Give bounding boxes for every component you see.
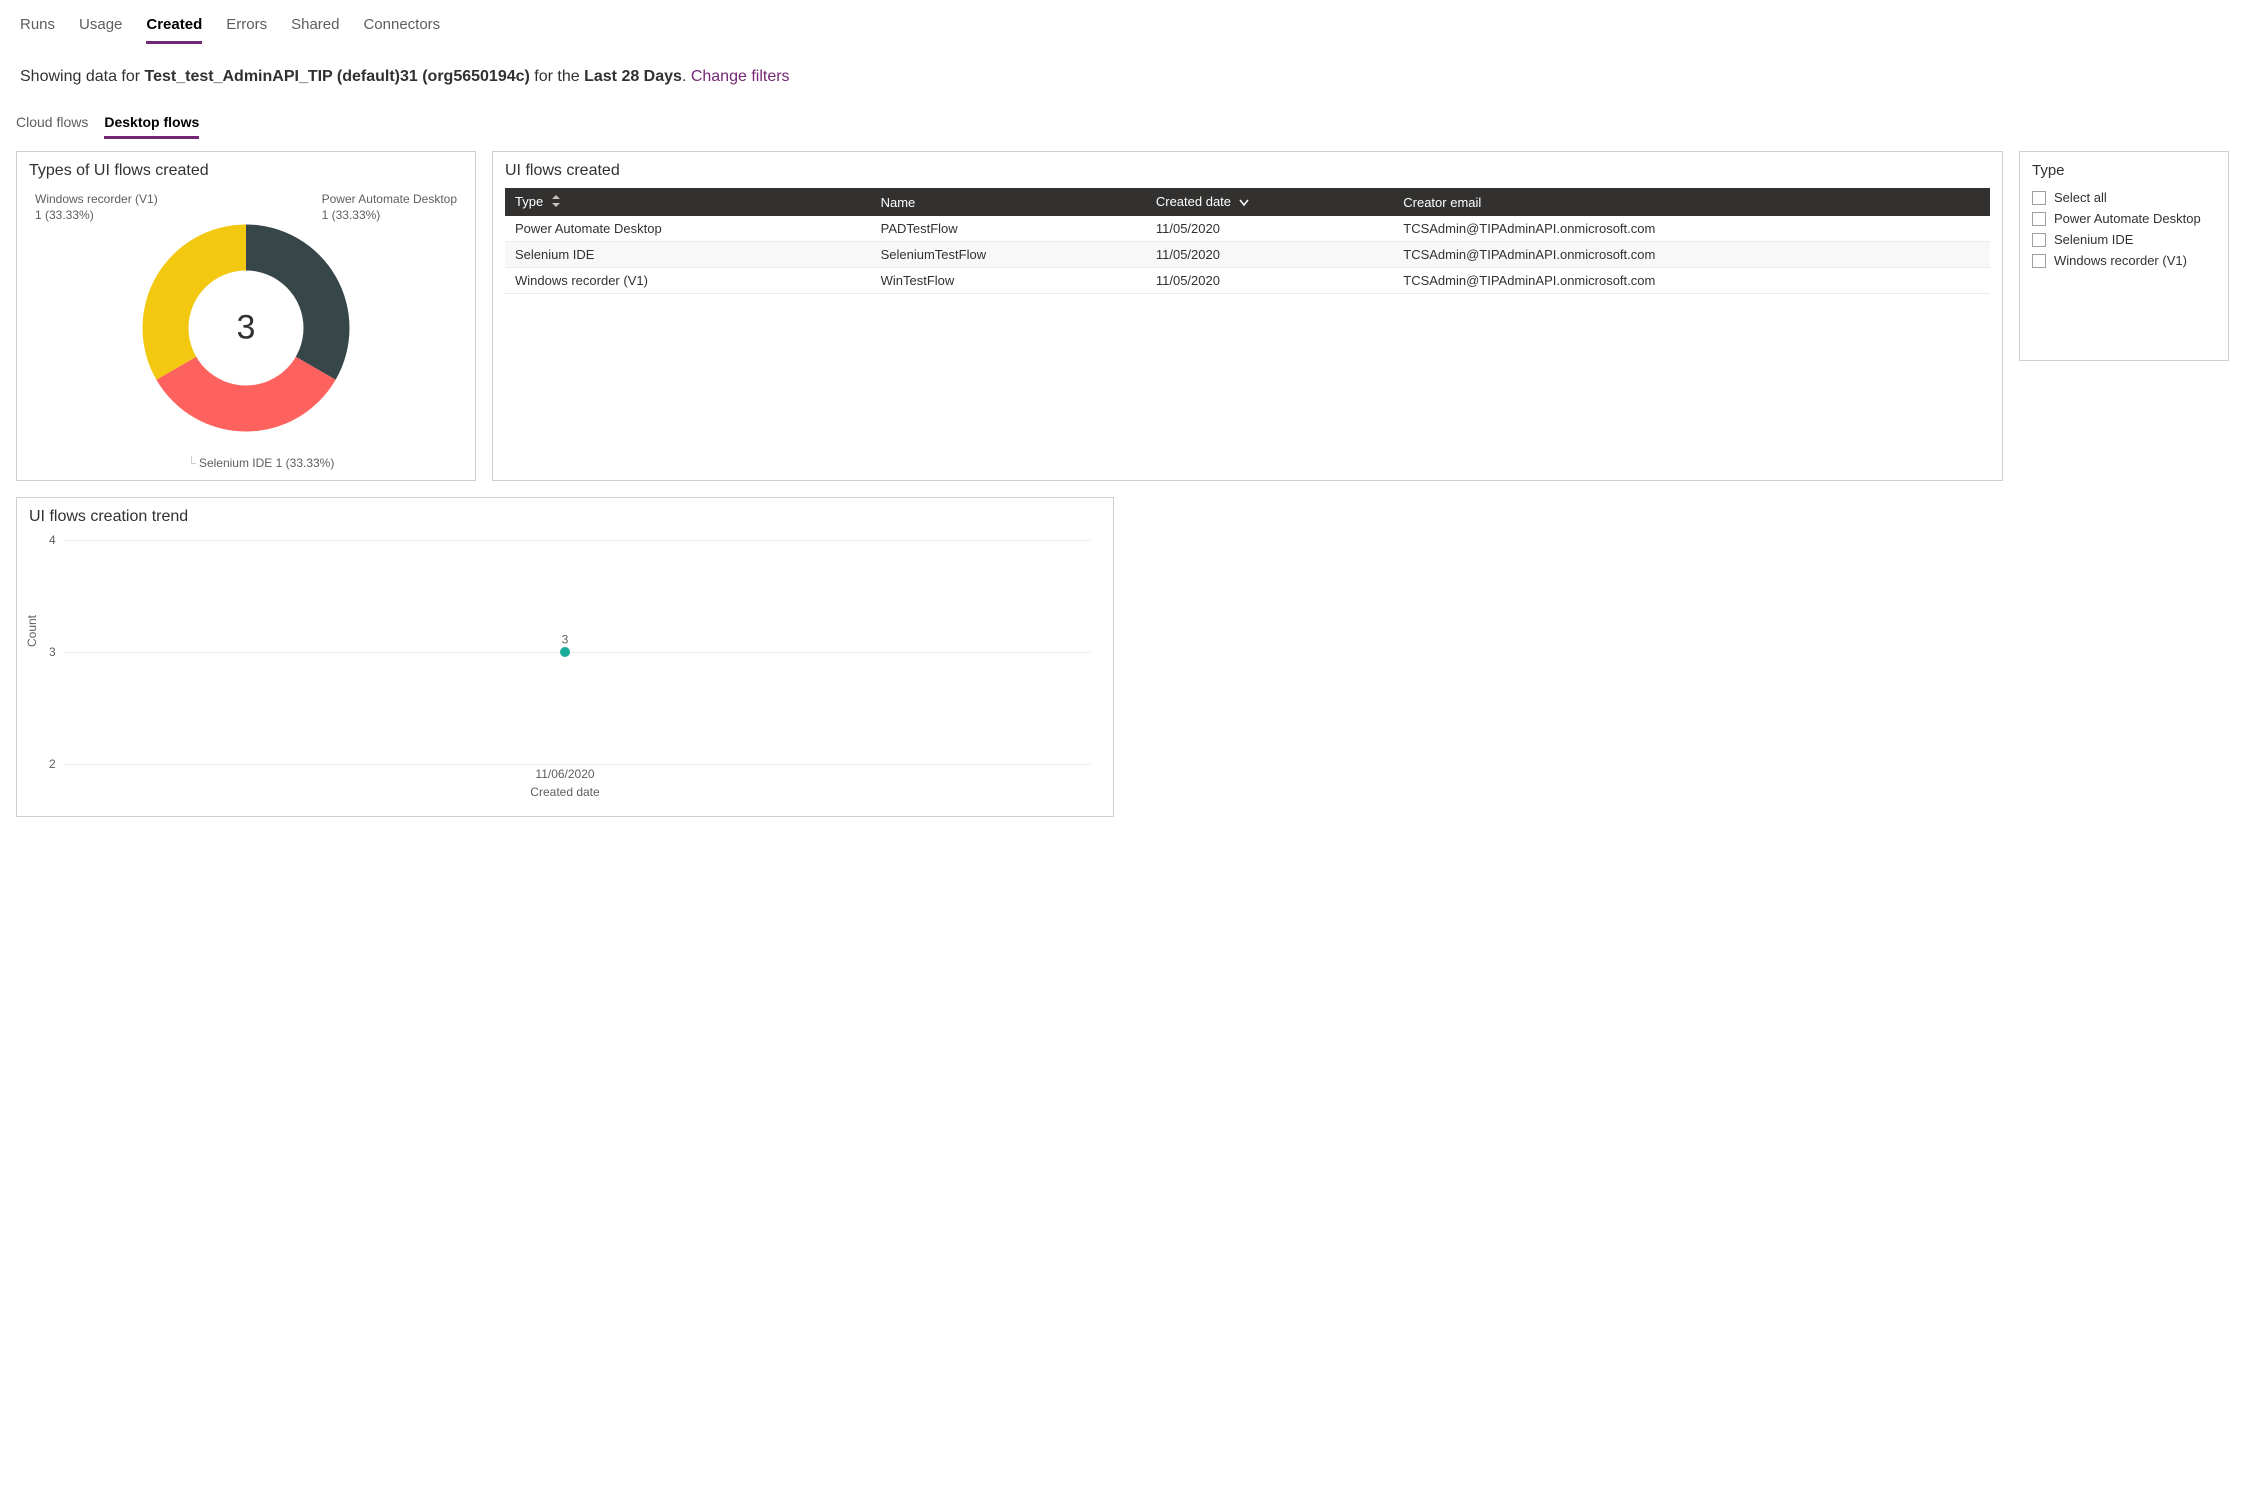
tab-usage[interactable]: Usage	[79, 12, 122, 44]
y-tick-2: 2	[49, 757, 56, 771]
tab-connectors[interactable]: Connectors	[363, 12, 440, 44]
donut-label-pad-line1: Power Automate Desktop	[322, 192, 457, 208]
cell-creator: TCSAdmin@TIPAdminAPI.onmicrosoft.com	[1393, 216, 1990, 242]
col-name-label: Name	[881, 195, 916, 210]
donut-label-wr-line2: 1 (33.33%)	[35, 208, 158, 224]
trend-chart[interactable]: Count 4 3 2 3 11/06/2020 Created date	[29, 534, 1101, 799]
cell-type: Power Automate Desktop	[505, 216, 871, 242]
cell-type: Windows recorder (V1)	[505, 268, 871, 294]
donut-title: Types of UI flows created	[29, 162, 463, 180]
tab-created[interactable]: Created	[146, 12, 202, 44]
data-point-label: 3	[562, 632, 569, 646]
sort-updown-icon	[551, 195, 561, 210]
cell-creator: TCSAdmin@TIPAdminAPI.onmicrosoft.com	[1393, 268, 1990, 294]
checkbox-icon	[2032, 233, 2046, 247]
types-of-ui-flows-card: Types of UI flows created 3 Windows reco…	[16, 151, 476, 481]
tab-shared[interactable]: Shared	[291, 12, 339, 44]
table-row[interactable]: Windows recorder (V1) WinTestFlow 11/05/…	[505, 268, 1990, 294]
filter-windows-recorder[interactable]: Windows recorder (V1)	[2032, 250, 2216, 271]
cell-name: WinTestFlow	[871, 268, 1146, 294]
filter-option-label: Power Automate Desktop	[2054, 211, 2201, 226]
donut-chart[interactable]: 3 Windows recorder (V1) 1 (33.33%) Power…	[29, 188, 463, 468]
top-tabs: Runs Usage Created Errors Shared Connect…	[0, 0, 2245, 44]
filter-option-label: Windows recorder (V1)	[2054, 253, 2187, 268]
cell-created: 11/05/2020	[1146, 242, 1393, 268]
col-created-label: Created date	[1156, 194, 1231, 209]
type-filter-card: Type Select all Power Automate Desktop S…	[2019, 151, 2229, 361]
cell-creator: TCSAdmin@TIPAdminAPI.onmicrosoft.com	[1393, 242, 1990, 268]
filter-select-all[interactable]: Select all	[2032, 187, 2216, 208]
filter-env-name: Test_test_AdminAPI_TIP (default)31 (org5…	[145, 68, 530, 85]
gridline	[64, 764, 1091, 765]
donut-label-pad-line2: 1 (33.33%)	[322, 208, 457, 224]
x-tick: 11/06/2020	[535, 767, 594, 781]
col-creator-email[interactable]: Creator email	[1393, 188, 1990, 216]
table-title: UI flows created	[505, 162, 1990, 180]
sub-tabs: Cloud flows Desktop flows	[0, 98, 2245, 139]
cell-name: SeleniumTestFlow	[871, 242, 1146, 268]
filter-suffix: .	[682, 68, 691, 85]
col-name[interactable]: Name	[871, 188, 1146, 216]
data-point[interactable]	[560, 647, 570, 657]
y-tick-3: 3	[49, 645, 56, 659]
y-axis-label: Count	[25, 614, 39, 646]
table-row[interactable]: Selenium IDE SeleniumTestFlow 11/05/2020…	[505, 242, 1990, 268]
tab-runs[interactable]: Runs	[20, 12, 55, 44]
filter-option-label: Selenium IDE	[2054, 232, 2133, 247]
tab-errors[interactable]: Errors	[226, 12, 267, 44]
donut-label-wr-line1: Windows recorder (V1)	[35, 192, 158, 208]
checkbox-icon	[2032, 191, 2046, 205]
donut-label-sel-text: Selenium IDE 1 (33.33%)	[199, 456, 334, 470]
filter-period: Last 28 Days	[584, 68, 682, 85]
ui-flows-table: Type Name Created date	[505, 188, 1990, 294]
filter-selenium[interactable]: Selenium IDE	[2032, 229, 2216, 250]
col-created-date[interactable]: Created date	[1146, 188, 1393, 216]
y-tick-4: 4	[49, 533, 56, 547]
filter-middle: for the	[530, 68, 584, 85]
type-filter-title: Type	[2032, 162, 2216, 179]
col-type[interactable]: Type	[505, 188, 871, 216]
cell-created: 11/05/2020	[1146, 268, 1393, 294]
gridline	[64, 652, 1091, 653]
filter-description: Showing data for Test_test_AdminAPI_TIP …	[0, 44, 2245, 98]
x-axis-label: Created date	[530, 785, 599, 799]
cell-name: PADTestFlow	[871, 216, 1146, 242]
dashboard: Types of UI flows created 3 Windows reco…	[0, 139, 2245, 833]
cell-created: 11/05/2020	[1146, 216, 1393, 242]
ui-flows-created-card: UI flows created Type Name	[492, 151, 2003, 481]
table-row[interactable]: Power Automate Desktop PADTestFlow 11/05…	[505, 216, 1990, 242]
filter-prefix: Showing data for	[20, 68, 145, 85]
change-filters-link[interactable]: Change filters	[691, 68, 790, 85]
checkbox-icon	[2032, 254, 2046, 268]
col-type-label: Type	[515, 194, 543, 209]
donut-label-windows-recorder: Windows recorder (V1) 1 (33.33%)	[35, 192, 158, 223]
subtab-cloud-flows[interactable]: Cloud flows	[16, 110, 88, 139]
trend-title: UI flows creation trend	[29, 508, 1101, 526]
ui-flows-trend-card: UI flows creation trend Count 4 3 2 3 11…	[16, 497, 1114, 817]
col-creator-label: Creator email	[1403, 195, 1481, 210]
checkbox-icon	[2032, 212, 2046, 226]
donut-label-selenium: └ Selenium IDE 1 (33.33%)	[187, 456, 334, 472]
filter-option-label: Select all	[2054, 190, 2107, 205]
donut-label-pad: Power Automate Desktop 1 (33.33%)	[322, 192, 457, 223]
table-header-row: Type Name Created date	[505, 188, 1990, 216]
cell-type: Selenium IDE	[505, 242, 871, 268]
chevron-down-icon	[1239, 195, 1249, 210]
dashboard-row-1: Types of UI flows created 3 Windows reco…	[16, 151, 2229, 481]
subtab-desktop-flows[interactable]: Desktop flows	[104, 110, 199, 139]
gridline	[64, 540, 1091, 541]
filter-pad[interactable]: Power Automate Desktop	[2032, 208, 2216, 229]
donut-center-value: 3	[237, 309, 256, 348]
